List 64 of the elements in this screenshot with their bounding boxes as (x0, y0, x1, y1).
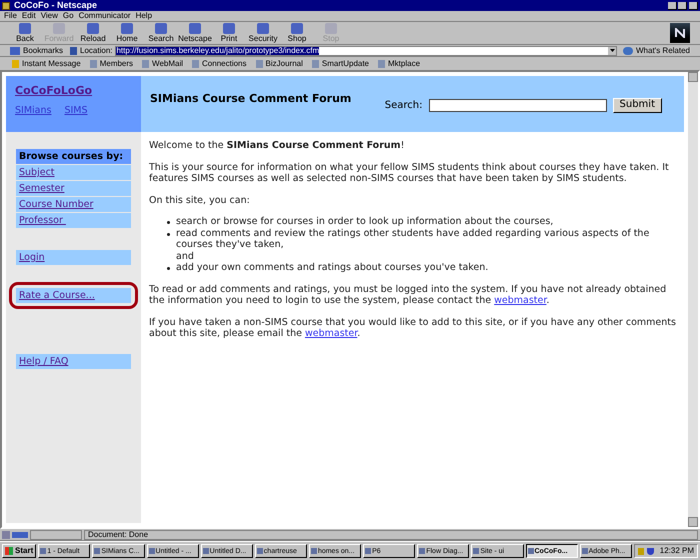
maximize-button[interactable] (678, 2, 687, 10)
location-label: Location: (80, 46, 112, 54)
menu-item[interactable]: File (4, 12, 17, 20)
menu-item[interactable]: Communicator (78, 12, 131, 20)
bullet-icon (167, 232, 170, 236)
sidebar-link[interactable]: Help / FAQ (16, 354, 131, 369)
menu-item[interactable]: View (40, 12, 58, 20)
globe-icon (623, 46, 633, 54)
webmaster-link[interactable]: webmaster (304, 328, 358, 339)
toolbar-button[interactable]: Back (10, 23, 40, 43)
bullet-icon (167, 267, 170, 270)
menu-item[interactable]: Help (136, 12, 152, 20)
search-label: Search: (384, 98, 423, 112)
status-text: Document: Done (84, 530, 698, 540)
sidebar-link[interactable]: Course Number (16, 197, 131, 212)
submit-button[interactable]: Submit (612, 98, 662, 112)
whats-related-button[interactable]: What's Related (636, 46, 690, 54)
menu-item[interactable]: Edit (22, 12, 36, 20)
toolbar-button[interactable]: Home (112, 23, 142, 43)
sidebar-link[interactable]: Professor (16, 213, 131, 228)
window-title: CoCoFo - Netscape (14, 1, 98, 10)
bookmark-button[interactable]: SmartUpdate (312, 60, 370, 68)
bookmark-button[interactable]: Instant Message (12, 60, 81, 68)
shield-icon (646, 548, 654, 554)
bookmark-button[interactable]: Mktplace (378, 60, 420, 68)
toolbar-button[interactable]: Security (248, 23, 278, 43)
search-field[interactable] (428, 98, 607, 112)
bookmark-button[interactable]: WebMail (142, 60, 184, 68)
close-button[interactable] (689, 2, 698, 10)
netscape-logo-icon (670, 23, 690, 43)
list-item: add your own comments and ratings about courses you've taken. (176, 262, 488, 274)
url-field[interactable]: http://fusion.sims.berkeley.edu/jalito/prototype3/index.cfm (115, 46, 617, 56)
page-title: SIMians Course Comment Forum (150, 90, 352, 107)
paragraph: If you have taken a non-SIMS course that you would like to add to this site, or if you have any other comments about this site, please email the webmaster. (149, 316, 676, 340)
sidebar-link[interactable]: Rate a Course... (16, 288, 131, 303)
app-icon (2, 2, 10, 10)
bookmark-button[interactable]: BizJournal (256, 60, 303, 68)
paragraph: Welcome to the SIMians Course Comment Forum! (149, 140, 406, 152)
toolbar-button[interactable]: Shop (282, 23, 312, 43)
bullet-icon (167, 221, 170, 224)
toolbar-button[interactable]: Netscape (180, 23, 210, 43)
sidebar-link[interactable]: Login (16, 250, 131, 265)
url-text: http://fusion.sims.berkeley.edu/jalito/prototype3/index.cfm (116, 46, 320, 54)
toolbar-button[interactable]: Reload (78, 23, 108, 43)
paragraph: This is your source for information on what your fellow SIMS students think about courses they have taken. It features SIMS courses as well as selected non-SIMS courses that have been taken by SIMS students. (149, 162, 670, 184)
paragraph: To read or add comments and ratings, you must be logged into the system. If you have not already obtained the information you need to login to use the system, please contact the webmaster. (149, 284, 668, 306)
minimize-button[interactable] (668, 2, 677, 10)
menu-item[interactable]: Go (62, 12, 74, 20)
start-button[interactable]: Start (2, 544, 36, 558)
clock: 12:32 PM (660, 547, 694, 555)
toolbar-button[interactable]: Search (146, 23, 176, 43)
bookmark-button[interactable]: Connections (192, 60, 247, 68)
list-item: search or browse for courses in order to look up information about the courses, (176, 216, 554, 228)
paragraph: On this site, you can: (149, 194, 251, 206)
sidebar-link[interactable]: Semester (16, 181, 131, 196)
toolbar-button[interactable]: Print (214, 23, 244, 43)
dropdown-arrow-icon[interactable] (608, 46, 616, 54)
webmaster-link[interactable]: webmaster (494, 295, 546, 306)
logo-link[interactable]: CoCoFoLoGo (15, 83, 132, 100)
windows-logo-icon (5, 547, 13, 555)
bookmark-button[interactable]: Members (90, 60, 134, 68)
sidebar-link[interactable]: Subject (16, 165, 131, 180)
sidebar-heading: Browse courses by: (16, 149, 131, 164)
bookmarks-button[interactable]: Bookmarks (23, 46, 64, 54)
